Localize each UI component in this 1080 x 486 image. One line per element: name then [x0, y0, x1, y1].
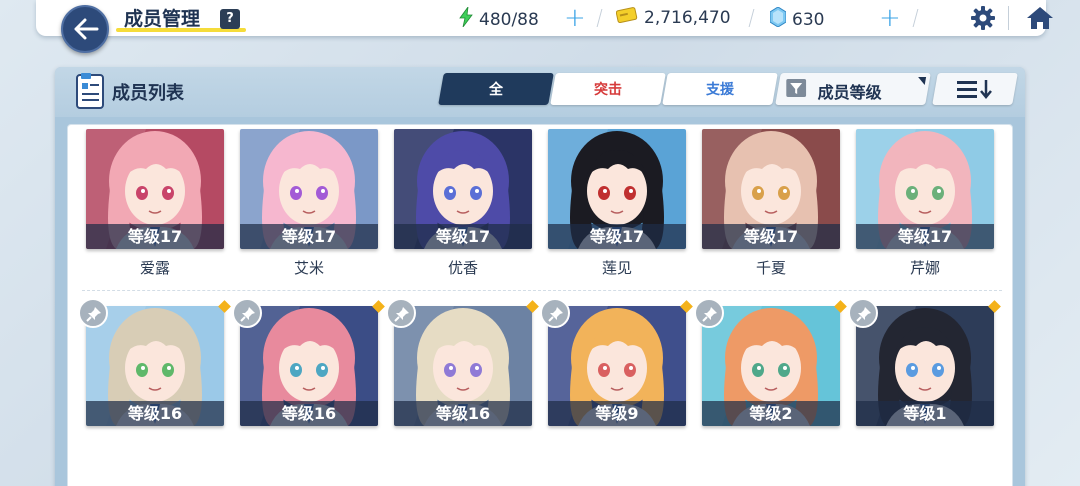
divider [1008, 6, 1009, 30]
member-level: 等级17 [856, 224, 994, 249]
tab-special[interactable]: 支援 [662, 73, 778, 105]
divider [596, 9, 603, 27]
member-level: 等级17 [240, 224, 378, 249]
pin-icon[interactable] [386, 298, 416, 328]
member-card[interactable]: 等级17 [86, 129, 224, 249]
back-button[interactable] [61, 5, 109, 53]
add-stamina-button[interactable]: + [564, 5, 586, 31]
gem-icon [769, 6, 787, 33]
member-card[interactable]: 等级9 [548, 306, 686, 426]
member-level: 等级17 [548, 224, 686, 249]
panel-title: 成员列表 [112, 83, 184, 104]
member-card[interactable]: 等级16 [394, 306, 532, 426]
pin-icon[interactable] [848, 298, 878, 328]
pin-icon[interactable] [232, 298, 262, 328]
member-card[interactable]: 等级17 [240, 129, 378, 249]
member-card[interactable]: 等级2 [702, 306, 840, 426]
tab-all-label: 全 [489, 82, 503, 98]
sort-label: 成员等级 [817, 83, 882, 102]
member-level: 等级17 [86, 224, 224, 249]
row-divider [82, 290, 1002, 291]
member-card[interactable]: 等级16 [86, 306, 224, 426]
gems-value: 630 [792, 10, 825, 30]
member-card[interactable]: 等级17 [394, 129, 532, 249]
member-card[interactable]: 等级1 [856, 306, 994, 426]
corner-triangle-icon [916, 77, 927, 85]
member-card[interactable]: 等级17 [856, 129, 994, 249]
page-title: 成员管理 [124, 8, 201, 30]
member-card[interactable]: 等级17 [702, 129, 840, 249]
clipboard-list-icon [75, 72, 105, 114]
tab-special-label: 支援 [706, 82, 734, 98]
member-name: 优香 [447, 259, 478, 277]
member-level: 等级17 [394, 224, 532, 249]
pin-icon[interactable] [694, 298, 724, 328]
divider [912, 9, 919, 27]
filter-tabs: 全 突击 支援 [438, 73, 778, 105]
lightning-icon [459, 6, 473, 33]
member-name: 千夏 [755, 259, 786, 277]
member-level: 等级16 [394, 401, 532, 426]
member-level: 等级1 [856, 401, 994, 426]
member-name: 芹娜 [909, 259, 940, 277]
tab-striker[interactable]: 突击 [550, 73, 666, 105]
divider [748, 9, 755, 27]
member-level: 等级16 [240, 401, 378, 426]
member-level: 等级17 [702, 224, 840, 249]
sort-descending-icon [957, 80, 992, 99]
add-gems-button[interactable]: + [879, 5, 901, 31]
tab-striker-label: 突击 [594, 82, 622, 98]
member-level: 等级2 [702, 401, 840, 426]
member-name: 艾米 [293, 259, 324, 277]
stamina-value: 480/88 [479, 10, 539, 30]
help-button[interactable]: ? [220, 9, 240, 29]
top-bar: 成员管理 ? 480/88 + 2,716,470 630 + [36, 0, 1053, 36]
member-grid: 等级17 爱露 等级17 艾米 等级17 优香 等级17 莲见 等级17 千夏 … [67, 124, 1013, 486]
panel-header: 成员列表 全 突击 支援 成员等级 [55, 67, 1025, 117]
gems-display: 630 [769, 6, 825, 30]
member-level: 等级16 [86, 401, 224, 426]
member-name: 莲见 [601, 259, 632, 277]
sort-order-button[interactable] [932, 73, 1018, 105]
member-card[interactable]: 等级16 [240, 306, 378, 426]
credit-card-icon [615, 7, 638, 29]
home-icon [1027, 7, 1053, 29]
stamina-display: 480/88 [459, 6, 539, 30]
back-arrow-icon [74, 18, 99, 40]
settings-button[interactable] [970, 5, 996, 35]
credits-display: 2,716,470 [615, 7, 731, 29]
member-card[interactable]: 等级17 [548, 129, 686, 249]
pin-icon[interactable] [78, 298, 108, 328]
member-level: 等级9 [548, 401, 686, 426]
pin-icon[interactable] [540, 298, 570, 328]
member-list-panel: 成员列表 全 突击 支援 成员等级 等级17 爱露 等级17 艾米 等级17 优… [55, 67, 1025, 486]
member-name: 爱露 [139, 259, 170, 277]
tab-all[interactable]: 全 [438, 73, 554, 105]
gear-icon [971, 6, 995, 30]
credits-value: 2,716,470 [644, 8, 731, 28]
filter-icon [786, 79, 807, 97]
sort-dropdown[interactable]: 成员等级 [775, 73, 931, 105]
home-button[interactable] [1026, 5, 1054, 35]
